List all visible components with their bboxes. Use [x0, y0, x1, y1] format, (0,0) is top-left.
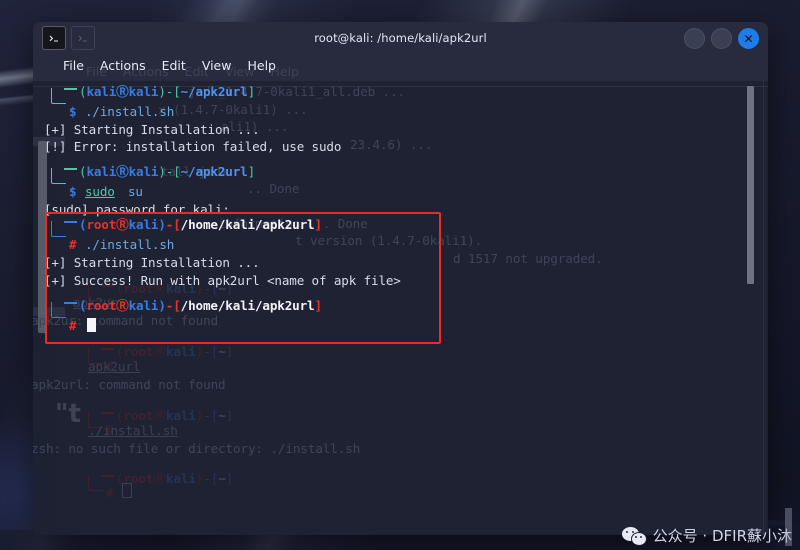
command-sudo: sudo: [85, 184, 115, 199]
paren: ): [158, 164, 166, 179]
ghost-line: d 1517 not upgraded.: [453, 251, 603, 266]
prompt-sigil: $: [69, 104, 77, 119]
window-controls[interactable]: ✕: [684, 28, 759, 49]
window-titlebar[interactable]: root@kali: /home/kali/apk2url ✕: [33, 22, 768, 56]
terminal-window[interactable]: root@kali: /home/kali/apk2url ✕ File Act…: [33, 22, 768, 535]
prompt-host: kali: [128, 164, 159, 179]
prompt-corner: [51, 168, 66, 184]
ghost-prompt: (rootⓇkali)-[~] #: [88, 471, 233, 535]
at-icon: Ⓡ: [116, 84, 129, 99]
output-line: [+] Starting Installation ...: [44, 122, 260, 137]
bracket: [: [173, 217, 181, 232]
prompt-corner-top: [64, 302, 77, 304]
paren: ): [158, 84, 166, 99]
close-button[interactable]: ✕: [738, 28, 759, 49]
prompt-user: root: [86, 298, 117, 313]
prompt-corner-top: [64, 221, 77, 223]
output-line: [!] Error: installation failed, use sudo: [44, 139, 342, 154]
menu-item-view[interactable]: View: [202, 58, 232, 73]
ghost-line: ./install.sh: [88, 423, 178, 438]
menu-item-file[interactable]: File: [63, 58, 84, 73]
prompt-sigil: #: [69, 318, 77, 333]
command-line[interactable]: #: [51, 318, 110, 393]
prompt-identity: (kaliⓇkali)-[~/apk2url]: [79, 81, 255, 100]
prompt-user: root: [86, 217, 117, 232]
menu-item-actions[interactable]: Actions: [100, 58, 146, 73]
bracket: ]: [314, 298, 322, 313]
scrollbar-thumb[interactable]: [747, 86, 754, 284]
prompt-corner: [51, 302, 66, 318]
prompt-host: kali: [128, 298, 159, 313]
prompt-corner-top: [64, 168, 77, 170]
prompt-user: kali: [86, 164, 117, 179]
ghost-scrollbar-thumb: [38, 141, 47, 333]
prompt-corner-top: [64, 88, 77, 90]
output-line: [+] Starting Installation ...: [44, 255, 260, 270]
bracket: [: [173, 164, 181, 179]
prompt-identity: (rootⓇkali)-[/home/kali/apk2url]: [79, 295, 322, 314]
ghost-cursor: [122, 483, 132, 498]
text-cursor: [87, 318, 96, 332]
ghost-prompt: (rootⓇkali)-[~] #: [88, 408, 233, 503]
prompt-host: kali: [128, 84, 159, 99]
maximize-button[interactable]: [711, 28, 732, 49]
paren: ): [158, 217, 166, 232]
command-text: ./install.sh: [85, 237, 175, 252]
watermark: 公众号 · DFIR蘇小沐: [621, 508, 792, 546]
prompt-corner: [51, 88, 66, 104]
at-icon: Ⓡ: [116, 217, 129, 232]
ghost-line: zsh: no such file or directory: ./instal…: [33, 441, 361, 456]
at-icon: Ⓡ: [116, 164, 129, 179]
prompt-corner: [51, 221, 66, 237]
terminal-output-area[interactable]: "t jadx_1.4.7-0kali1_all.deb ... x (1.4.…: [33, 81, 768, 535]
bracket: [: [173, 298, 181, 313]
bracket: [: [173, 84, 181, 99]
command-text: ./install.sh: [85, 104, 175, 119]
menu-items[interactable]: File Actions Edit View Help: [63, 58, 276, 73]
watermark-bar: [785, 508, 792, 546]
ghost-line: 23.4.6) ...: [350, 137, 433, 152]
menu-item-help[interactable]: Help: [247, 58, 276, 73]
bracket: ]: [314, 217, 322, 232]
prompt-path: /home/kali/apk2url: [180, 298, 315, 313]
prompt-path: ~/apk2url: [180, 164, 248, 179]
prompt-path: /home/kali/apk2url: [180, 217, 315, 232]
bracket: ]: [247, 84, 256, 99]
bracket: ]: [247, 164, 256, 179]
prompt-path: ~/apk2url: [180, 84, 248, 99]
menu-bar[interactable]: File Actions Edit View Help File Actions…: [33, 56, 768, 81]
ghost-line: t version (1.4.7-0kali1).: [295, 233, 483, 248]
minimize-button[interactable]: [684, 28, 705, 49]
prompt-sigil: $: [69, 184, 77, 199]
prompt-identity: (kaliⓇkali)-[~/apk2url]: [79, 161, 255, 180]
at-icon: Ⓡ: [116, 298, 129, 313]
ghost-taskbar-label: "t: [55, 399, 81, 429]
scrollbar-track[interactable]: [763, 81, 764, 535]
command-su: su: [128, 184, 143, 199]
menu-item-edit[interactable]: Edit: [162, 58, 186, 73]
paren: ): [158, 298, 166, 313]
ghost-line: x (1.4.7-0kali1) ...: [158, 102, 308, 117]
prompt-user: kali: [86, 84, 117, 99]
wechat-icon: [621, 526, 647, 546]
watermark-text: 公众号 · DFIR蘇小沐: [652, 527, 792, 545]
window-title: root@kali: /home/kali/apk2url: [314, 31, 487, 45]
output-line: [+] Success! Run with apk2url <name of a…: [44, 273, 401, 288]
ghost-line: .. Done: [247, 181, 300, 196]
prompt-identity: (rootⓇkali)-[/home/kali/apk2url]: [79, 214, 322, 233]
prompt-sigil: #: [69, 237, 77, 252]
prompt-host: kali: [128, 217, 159, 232]
